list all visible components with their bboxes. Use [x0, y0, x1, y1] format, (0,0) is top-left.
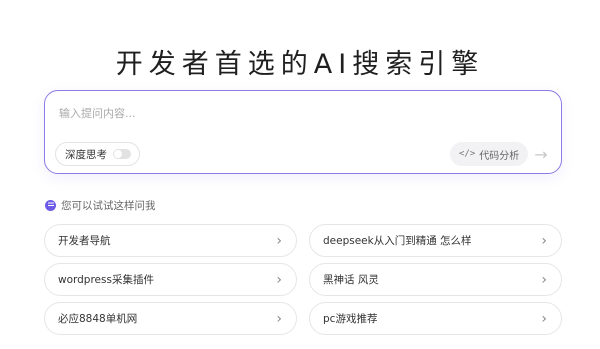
chevron-right-icon: › [541, 271, 547, 288]
suggestion-item[interactable]: pc游戏推荐 › [309, 302, 562, 335]
chevron-right-icon: › [276, 310, 282, 327]
suggestion-item[interactable]: wordpress采集插件 › [44, 263, 297, 296]
suggestions-header-label: 您可以试试这样问我 [61, 200, 156, 212]
chevron-right-icon: › [276, 271, 282, 288]
toggle-switch[interactable] [113, 149, 131, 159]
search-input[interactable] [59, 103, 539, 123]
suggestions-header: 您可以试试这样问我 [45, 198, 156, 213]
suggestion-item[interactable]: deepseek从入门到精通 怎么样 › [309, 224, 562, 257]
suggestion-label: 黑神话 风灵 [323, 274, 379, 286]
chat-bubble-icon [45, 200, 56, 211]
suggestion-label: wordpress采集插件 [58, 274, 154, 286]
suggestion-item[interactable]: 开发者导航 › [44, 224, 297, 257]
suggestion-label: deepseek从入门到精通 怎么样 [323, 235, 472, 247]
suggestion-label: 开发者导航 [58, 235, 111, 247]
suggestion-label: pc游戏推荐 [323, 313, 378, 325]
search-box[interactable]: 深度思考 </> 代码分析 → [44, 90, 562, 174]
page: 开发者首选的AI搜索引擎 深度思考 </> 代码分析 → 您可以试试这样问我 开… [0, 0, 600, 349]
code-icon: </> [459, 149, 476, 159]
suggestion-item[interactable]: 黑神话 风灵 › [309, 263, 562, 296]
deep-think-toggle[interactable]: 深度思考 [55, 142, 140, 166]
suggestion-item[interactable]: 必应8848单机网 › [44, 302, 297, 335]
code-analysis-label: 代码分析 [479, 150, 520, 162]
chevron-right-icon: › [276, 232, 282, 249]
code-analysis-button[interactable]: </> 代码分析 [450, 142, 529, 166]
page-title: 开发者首选的AI搜索引擎 [115, 49, 485, 80]
chevron-right-icon: › [541, 310, 547, 327]
arrow-right-icon: → [534, 144, 548, 164]
suggestion-label: 必应8848单机网 [58, 313, 138, 325]
suggestions-grid: 开发者导航 › deepseek从入门到精通 怎么样 › wordpress采集… [44, 224, 562, 335]
chevron-right-icon: › [541, 232, 547, 249]
deep-think-label: 深度思考 [65, 148, 107, 161]
send-button[interactable]: → [528, 142, 554, 166]
